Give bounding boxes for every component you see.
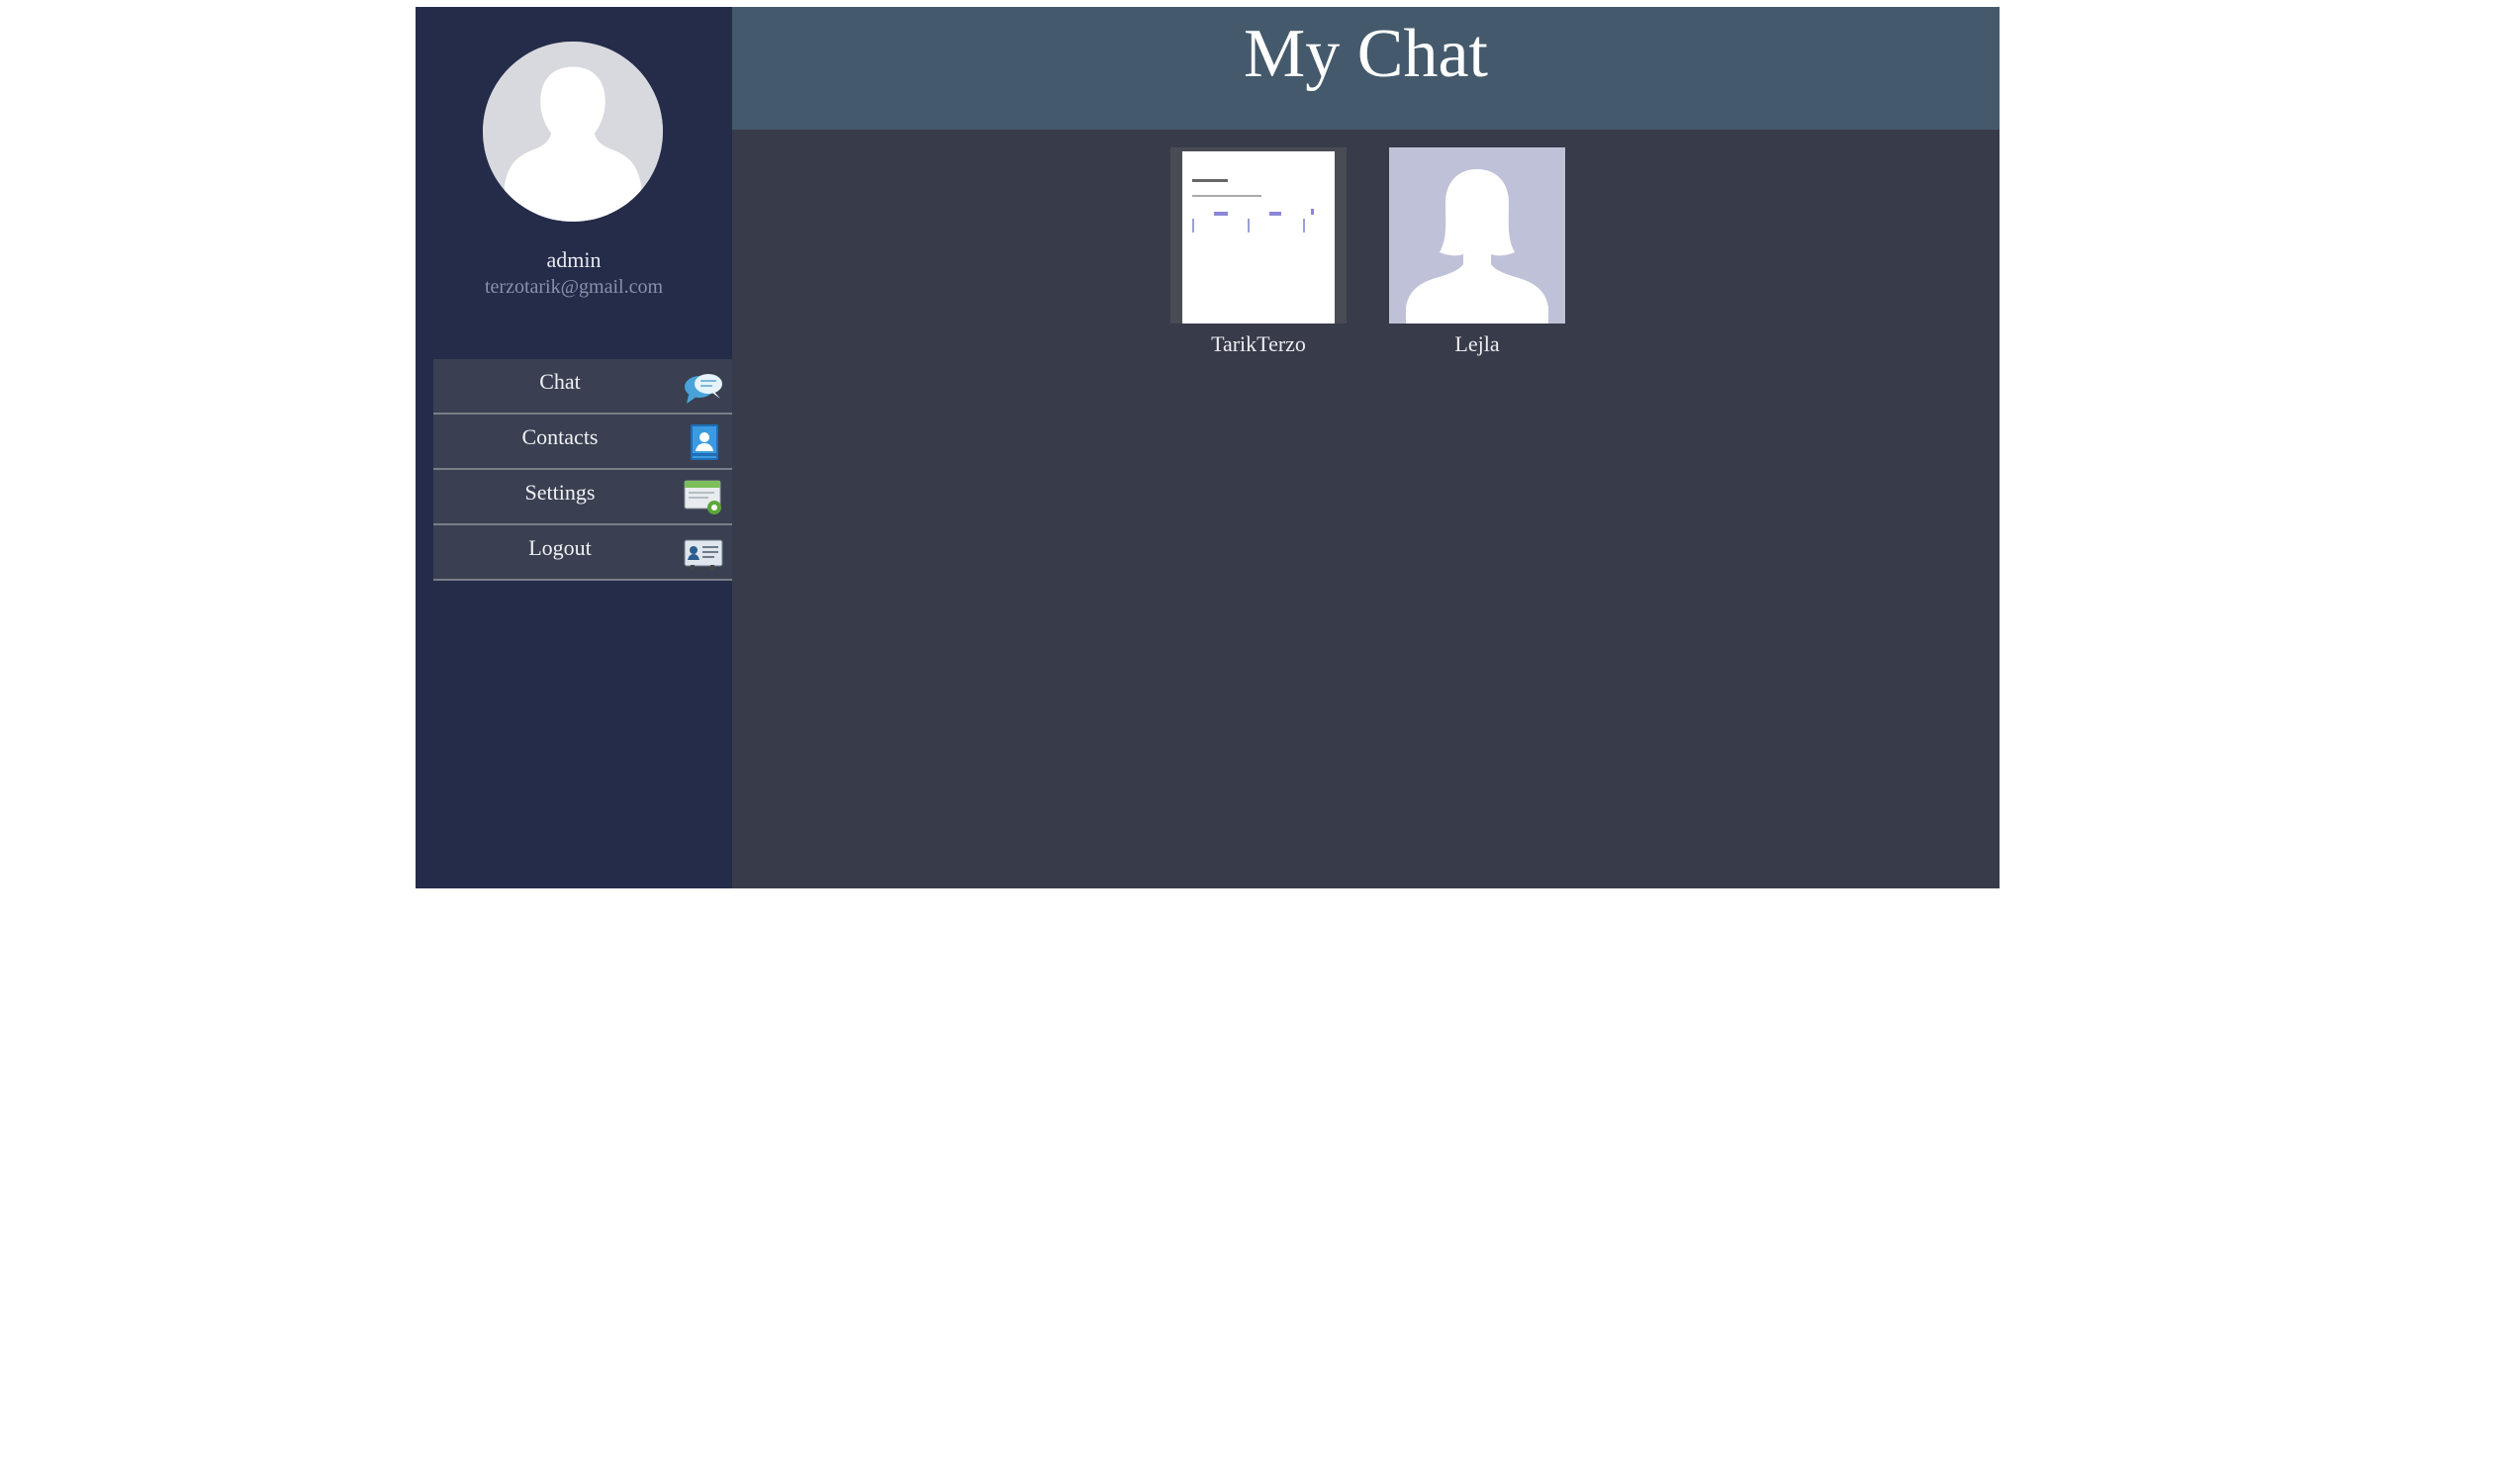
user-avatar bbox=[483, 42, 663, 222]
sidebar: admin terzotarik@gmail.com Chat Contacts… bbox=[416, 7, 732, 888]
menu-item-chat[interactable]: Chat bbox=[433, 359, 732, 415]
contact-lejla[interactable]: Lejla bbox=[1389, 147, 1565, 357]
sidebar-menu: Chat Contacts Settings Logout bbox=[433, 359, 732, 581]
user-name: admin bbox=[546, 247, 602, 272]
menu-item-logout[interactable]: Logout bbox=[433, 525, 732, 581]
chat-bubbles-icon bbox=[683, 368, 724, 406]
menu-item-label: Chat bbox=[539, 369, 581, 394]
main-panel: My Chat TarikTerzo Lejla bbox=[732, 7, 2000, 888]
menu-item-settings[interactable]: Settings bbox=[433, 470, 732, 525]
contact-list: TarikTerzo Lejla bbox=[1170, 147, 1565, 357]
menu-item-label: Contacts bbox=[521, 424, 599, 449]
female-silhouette-icon bbox=[1389, 147, 1565, 324]
contact-tarikterzo[interactable]: TarikTerzo bbox=[1170, 147, 1347, 357]
settings-window-icon bbox=[683, 479, 724, 516]
menu-item-label: Settings bbox=[524, 480, 596, 505]
contact-avatar bbox=[1389, 147, 1565, 324]
user-silhouette-icon bbox=[483, 42, 663, 222]
menu-item-label: Logout bbox=[528, 535, 592, 560]
contact-avatar bbox=[1170, 147, 1347, 324]
user-email: terzotarik@gmail.com bbox=[484, 276, 664, 298]
logout-panel-icon bbox=[683, 534, 724, 572]
contact-name: Lejla bbox=[1454, 331, 1500, 356]
document-thumbnail-icon bbox=[1170, 147, 1347, 324]
menu-item-contacts[interactable]: Contacts bbox=[433, 415, 732, 470]
app-window: admin terzotarik@gmail.com Chat Contacts… bbox=[416, 7, 2000, 888]
contact-card-icon bbox=[683, 423, 724, 461]
contact-name: TarikTerzo bbox=[1211, 331, 1306, 356]
header-bar: My Chat bbox=[732, 7, 2000, 130]
page-title: My Chat bbox=[1244, 16, 1488, 92]
